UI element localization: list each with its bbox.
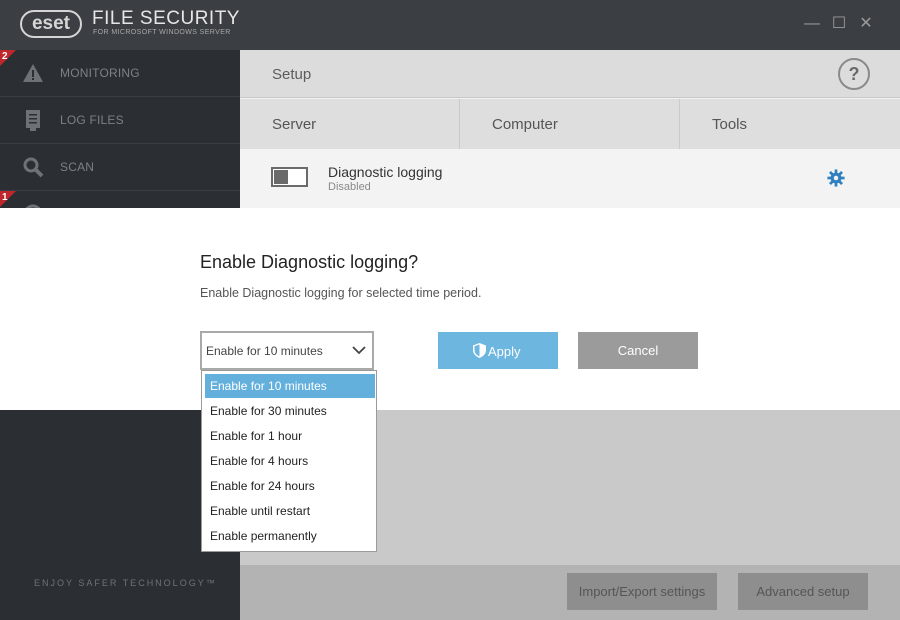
- enable-diagnostic-dialog: Enable Diagnostic logging? Enable Diagno…: [0, 208, 900, 410]
- apply-button[interactable]: Apply: [438, 332, 558, 369]
- time-period-value: Enable for 10 minutes: [206, 344, 323, 358]
- dropdown-option[interactable]: Enable until restart: [205, 499, 375, 523]
- advanced-setup-button[interactable]: Advanced setup: [738, 573, 868, 610]
- tab-computer[interactable]: Computer: [460, 99, 680, 149]
- search-icon: [23, 157, 44, 178]
- tab-tools[interactable]: Tools: [680, 99, 900, 149]
- toggle-knob: [274, 170, 288, 184]
- warning-icon: [23, 64, 43, 82]
- help-button[interactable]: ?: [838, 58, 870, 90]
- dropdown-option[interactable]: Enable for 4 hours: [205, 449, 375, 473]
- cancel-button[interactable]: Cancel: [578, 332, 698, 369]
- diagnostic-logging-title: Diagnostic logging: [328, 164, 443, 180]
- time-period-select[interactable]: Enable for 10 minutes: [200, 331, 374, 370]
- diagnostic-logging-toggle[interactable]: [271, 167, 308, 187]
- tab-label: Tools: [712, 116, 748, 133]
- dropdown-option[interactable]: Enable for 10 minutes: [205, 374, 375, 398]
- sidebar-item-label: SCAN: [60, 160, 95, 174]
- sidebar-item-label: LOG FILES: [60, 113, 124, 127]
- log-files-icon: [26, 110, 40, 131]
- chevron-down-icon: [352, 346, 366, 355]
- sidebar-item-log-files[interactable]: LOG FILES: [0, 97, 240, 144]
- title-bar: eset FILE SECURITY FOR MICROSOFT WINDOWS…: [0, 0, 900, 50]
- product-subtitle: FOR MICROSOFT WINDOWS SERVER: [93, 29, 231, 36]
- close-button[interactable]: ✕: [857, 14, 875, 34]
- dropdown-option[interactable]: Enable for 24 hours: [205, 474, 375, 498]
- sidebar-item-label: MONITORING: [60, 66, 140, 80]
- bottom-bar: Import/Export settings Advanced setup: [240, 565, 900, 620]
- dropdown-option[interactable]: Enable for 30 minutes: [205, 399, 375, 423]
- main-header: Setup ?: [240, 50, 900, 98]
- sidebar-item-scan[interactable]: SCAN: [0, 144, 240, 191]
- tab-label: Computer: [492, 116, 558, 133]
- minimize-button[interactable]: —: [803, 14, 821, 34]
- dialog-description: Enable Diagnostic logging for selected t…: [200, 286, 482, 300]
- tab-label: Server: [272, 116, 317, 133]
- diagnostic-logging-status: Disabled: [328, 181, 371, 193]
- shield-icon: [473, 343, 486, 358]
- tab-server[interactable]: Server: [240, 99, 460, 149]
- import-export-settings-button[interactable]: Import/Export settings: [567, 573, 717, 610]
- tagline: ENJOY SAFER TECHNOLOGY™: [34, 578, 217, 588]
- dialog-title: Enable Diagnostic logging?: [200, 252, 419, 272]
- product-name: FILE SECURITY: [92, 8, 240, 29]
- page-title: Setup: [272, 66, 312, 83]
- setup-tabs: Server Computer Tools: [240, 99, 900, 149]
- eset-logo: eset: [20, 10, 82, 38]
- gear-icon[interactable]: [827, 169, 845, 187]
- dropdown-option[interactable]: Enable for 1 hour: [205, 424, 375, 448]
- sidebar-item-monitoring[interactable]: 2 MONITORING: [0, 50, 240, 97]
- time-period-dropdown-list: Enable for 10 minutes Enable for 30 minu…: [201, 370, 377, 552]
- dropdown-option[interactable]: Enable permanently: [205, 524, 375, 548]
- diagnostic-logging-row: Diagnostic logging Disabled: [240, 149, 900, 209]
- apply-label: Apply: [488, 344, 521, 359]
- maximize-button[interactable]: ☐: [830, 14, 848, 34]
